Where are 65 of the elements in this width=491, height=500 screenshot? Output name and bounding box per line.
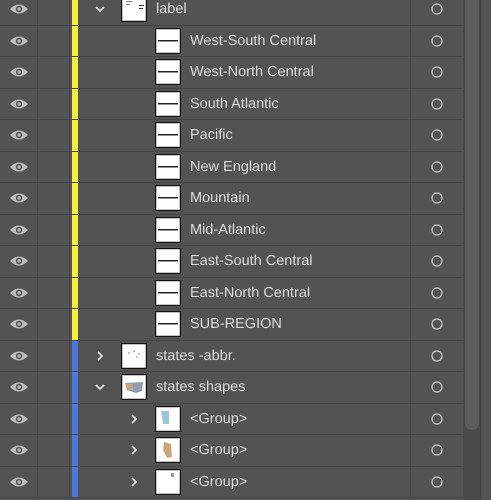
target-circle-icon[interactable] bbox=[431, 66, 443, 78]
eye-icon[interactable] bbox=[8, 318, 28, 330]
target-circle-icon[interactable] bbox=[431, 444, 443, 456]
layer-name[interactable]: Mountain bbox=[190, 189, 250, 208]
thumbnail-icon bbox=[155, 90, 181, 117]
target-circle-icon[interactable] bbox=[431, 98, 443, 110]
target-circle-icon[interactable] bbox=[431, 412, 443, 425]
thumbnail-icon bbox=[155, 122, 181, 148]
layer-name[interactable]: states -abbr. bbox=[156, 346, 236, 365]
layer-name[interactable]: West-North Central bbox=[190, 63, 314, 82]
eye-icon[interactable] bbox=[8, 224, 28, 236]
eye-icon[interactable] bbox=[8, 192, 28, 204]
eye-icon[interactable] bbox=[8, 444, 28, 456]
target-circle-icon[interactable] bbox=[431, 192, 443, 204]
layer-name[interactable]: <Group> bbox=[190, 472, 248, 491]
target-circle-icon[interactable] bbox=[431, 3, 443, 16]
layer-name[interactable]: East-South Central bbox=[190, 252, 313, 270]
thumbnail-icon bbox=[155, 248, 181, 274]
layer-name[interactable]: <Group> bbox=[190, 441, 248, 460]
eye-icon[interactable] bbox=[8, 350, 28, 362]
thumbnail-icon bbox=[155, 216, 181, 243]
eye-icon[interactable] bbox=[8, 66, 28, 78]
target-circle-icon[interactable] bbox=[431, 381, 443, 394]
eye-icon[interactable] bbox=[8, 34, 28, 47]
target-circle-icon[interactable] bbox=[431, 129, 443, 142]
target-circle-icon[interactable] bbox=[431, 350, 443, 362]
target-circle-icon[interactable] bbox=[431, 224, 443, 236]
thumbnail-icon bbox=[155, 468, 181, 495]
thumbnail-icon bbox=[121, 374, 147, 400]
layer-name[interactable]: East-North Central bbox=[190, 284, 310, 302]
eye-icon[interactable] bbox=[8, 160, 28, 173]
eye-icon[interactable] bbox=[8, 129, 28, 142]
eye-icon[interactable] bbox=[8, 412, 28, 425]
target-circle-icon[interactable] bbox=[431, 34, 443, 47]
target-circle-icon[interactable] bbox=[431, 476, 443, 488]
thumbnail-icon bbox=[121, 0, 147, 22]
eye-icon[interactable] bbox=[8, 286, 28, 299]
layer-name[interactable]: Pacific bbox=[190, 126, 233, 144]
eye-icon[interactable] bbox=[8, 3, 28, 16]
layer-name[interactable]: South Atlantic bbox=[190, 94, 279, 113]
layer-name[interactable]: label bbox=[156, 0, 187, 18]
thumbnail-icon bbox=[155, 59, 181, 86]
layer-name[interactable]: New England bbox=[190, 158, 276, 176]
thumbnail-icon bbox=[155, 185, 181, 212]
target-circle-icon[interactable] bbox=[431, 160, 443, 173]
thumbnail-icon bbox=[155, 28, 181, 54]
thumbnail-icon bbox=[121, 342, 147, 369]
eye-icon[interactable] bbox=[8, 255, 28, 268]
eye-icon[interactable] bbox=[8, 98, 28, 110]
thumbnail-icon bbox=[155, 437, 181, 464]
scrollbar-thumb[interactable] bbox=[464, 0, 478, 430]
eye-icon[interactable] bbox=[8, 381, 28, 394]
thumbnail-icon bbox=[155, 154, 181, 180]
thumbnail-icon bbox=[155, 311, 181, 338]
thumbnail-icon bbox=[155, 406, 181, 432]
target-circle-icon[interactable] bbox=[431, 318, 443, 330]
target-circle-icon[interactable] bbox=[431, 286, 443, 299]
target-circle-icon[interactable] bbox=[431, 255, 443, 268]
layer-name[interactable]: states shapes bbox=[156, 378, 246, 396]
layer-name[interactable]: Mid-Atlantic bbox=[190, 220, 266, 239]
thumbnail-icon bbox=[155, 280, 181, 306]
layer-name[interactable]: West-South Central bbox=[190, 32, 316, 50]
layer-name[interactable]: <Group> bbox=[190, 410, 248, 428]
layer-name[interactable]: SUB-REGION bbox=[190, 315, 282, 334]
eye-icon[interactable] bbox=[8, 476, 28, 488]
